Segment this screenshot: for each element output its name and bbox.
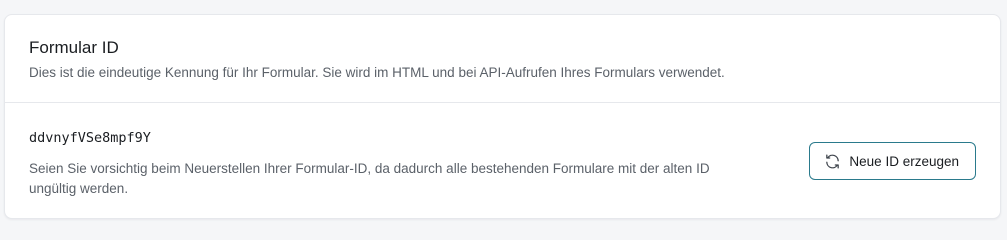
card-description: Dies ist die eindeutige Kennung für Ihr … bbox=[29, 65, 725, 80]
regenerate-id-button-label: Neue ID erzeugen bbox=[849, 153, 959, 169]
refresh-icon bbox=[824, 153, 841, 170]
form-id-card: Formular ID Dies ist die eindeutige Kenn… bbox=[4, 14, 1001, 219]
card-title: Formular ID bbox=[29, 38, 119, 57]
card-header: Formular ID Dies ist die eindeutige Kenn… bbox=[5, 15, 1000, 103]
card-body: ddvnyfVSe8mpf9Y Seien Sie vorsichtig bei… bbox=[5, 103, 1000, 219]
regenerate-id-button[interactable]: Neue ID erzeugen bbox=[809, 142, 976, 180]
regenerate-warning-text: Seien Sie vorsichtig beim Neuerstellen I… bbox=[29, 161, 710, 196]
